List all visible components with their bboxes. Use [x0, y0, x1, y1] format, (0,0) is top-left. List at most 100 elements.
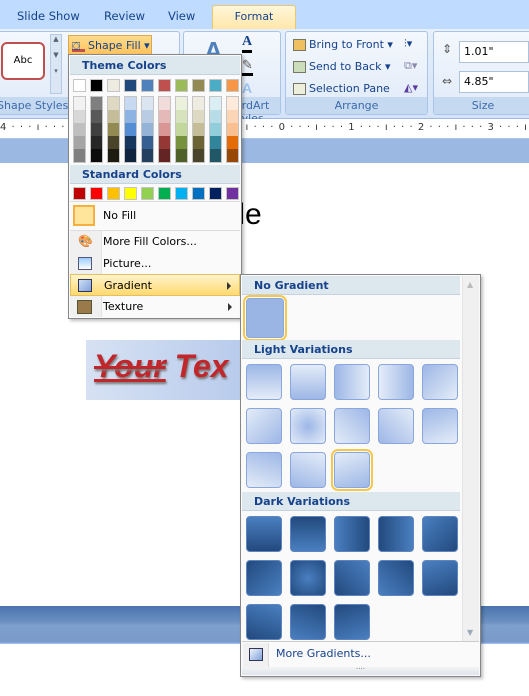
dark-gradient-swatch[interactable]	[290, 604, 326, 640]
dark-gradient-swatch[interactable]	[422, 560, 458, 596]
shade-swatch[interactable]	[74, 136, 85, 149]
standard-color-swatch[interactable]	[226, 187, 239, 200]
dark-gradient-swatch[interactable]	[334, 604, 370, 640]
light-gradient-swatch[interactable]	[334, 408, 370, 444]
light-gradient-swatch[interactable]	[331, 449, 373, 491]
picture-item[interactable]: Picture...	[70, 253, 240, 275]
standard-color-swatch[interactable]	[192, 187, 205, 200]
shade-swatch[interactable]	[91, 149, 102, 162]
light-gradient-swatch[interactable]	[290, 408, 326, 444]
text-fill-icon[interactable]: A	[242, 34, 253, 53]
shade-swatch[interactable]	[159, 97, 170, 110]
texture-item[interactable]: Texture	[70, 296, 240, 318]
shade-swatch[interactable]	[193, 97, 204, 110]
gradient-scrollbar[interactable]: ▲ ▼	[462, 276, 479, 641]
gradient-item[interactable]: Gradient	[70, 274, 240, 296]
standard-color-swatch[interactable]	[90, 187, 103, 200]
shade-swatch[interactable]	[74, 149, 85, 162]
scroll-down-icon[interactable]: ▼	[467, 628, 473, 637]
wordart-object[interactable]: Your Tex	[86, 340, 246, 400]
tab-view[interactable]: View	[168, 9, 195, 23]
more-gradients-item[interactable]: More Gradients...	[242, 643, 479, 667]
shade-swatch[interactable]	[125, 123, 136, 136]
shade-swatch[interactable]	[108, 123, 119, 136]
shade-swatch[interactable]	[108, 110, 119, 123]
rotate-icon[interactable]: ◭▾	[404, 81, 418, 94]
shade-swatch[interactable]	[74, 123, 85, 136]
shade-swatch[interactable]	[108, 149, 119, 162]
standard-color-swatch[interactable]	[124, 187, 137, 200]
dark-gradient-swatch[interactable]	[246, 560, 282, 596]
standard-color-swatch[interactable]	[158, 187, 171, 200]
shade-swatch[interactable]	[176, 149, 187, 162]
shade-swatch[interactable]	[91, 97, 102, 110]
group-icon[interactable]: ⧉▾	[404, 59, 417, 73]
dark-gradient-swatch[interactable]	[246, 516, 282, 552]
shade-swatch[interactable]	[159, 149, 170, 162]
standard-color-swatch[interactable]	[73, 187, 86, 200]
theme-color-swatch[interactable]	[175, 79, 188, 92]
more-fill-colors-item[interactable]: 🎨 More Fill Colors...	[70, 231, 240, 253]
theme-color-swatch[interactable]	[141, 79, 154, 92]
shade-swatch[interactable]	[193, 110, 204, 123]
send-to-back-button[interactable]: Send to Back ▾	[293, 60, 390, 73]
selection-pane-button[interactable]: Selection Pane	[293, 82, 390, 95]
shade-swatch[interactable]	[176, 136, 187, 149]
shade-swatch[interactable]	[108, 97, 119, 110]
shade-swatch[interactable]	[91, 110, 102, 123]
shade-swatch[interactable]	[227, 97, 238, 110]
shade-swatch[interactable]	[142, 149, 153, 162]
light-gradient-swatch[interactable]	[246, 452, 282, 488]
shade-swatch[interactable]	[125, 136, 136, 149]
shade-swatch[interactable]	[142, 123, 153, 136]
shade-swatch[interactable]	[210, 110, 221, 123]
shade-swatch[interactable]	[125, 110, 136, 123]
standard-color-swatch[interactable]	[175, 187, 188, 200]
shade-swatch[interactable]	[91, 136, 102, 149]
shade-swatch[interactable]	[125, 149, 136, 162]
shade-swatch[interactable]	[210, 123, 221, 136]
standard-color-swatch[interactable]	[141, 187, 154, 200]
shade-swatch[interactable]	[227, 110, 238, 123]
shade-swatch[interactable]	[176, 123, 187, 136]
light-gradient-swatch[interactable]	[246, 364, 282, 400]
shade-swatch[interactable]	[227, 136, 238, 149]
shade-swatch[interactable]	[142, 110, 153, 123]
light-gradient-swatch[interactable]	[334, 364, 370, 400]
shade-swatch[interactable]	[227, 123, 238, 136]
tab-slide-show[interactable]: Slide Show	[17, 9, 80, 23]
shade-swatch[interactable]	[227, 149, 238, 162]
dark-gradient-swatch[interactable]	[334, 560, 370, 596]
standard-color-swatch[interactable]	[209, 187, 222, 200]
shade-swatch[interactable]	[125, 97, 136, 110]
shade-swatch[interactable]	[159, 123, 170, 136]
shade-swatch[interactable]	[193, 136, 204, 149]
dark-gradient-swatch[interactable]	[378, 516, 414, 552]
standard-color-swatch[interactable]	[107, 187, 120, 200]
shade-swatch[interactable]	[159, 110, 170, 123]
shade-swatch[interactable]	[108, 136, 119, 149]
light-gradient-swatch[interactable]	[378, 408, 414, 444]
theme-color-swatch[interactable]	[73, 79, 86, 92]
theme-color-swatch[interactable]	[226, 79, 239, 92]
tab-format[interactable]: Format	[212, 5, 296, 30]
dark-gradient-swatch[interactable]	[334, 516, 370, 552]
light-gradient-swatch[interactable]	[378, 364, 414, 400]
align-icon[interactable]: ⫶▾	[404, 37, 412, 51]
shade-swatch[interactable]	[210, 97, 221, 110]
dark-gradient-swatch[interactable]	[290, 516, 326, 552]
light-gradient-swatch[interactable]	[290, 364, 326, 400]
width-input[interactable]: 4.85"	[459, 71, 529, 93]
scroll-up-icon[interactable]: ▲	[467, 280, 473, 289]
shade-swatch[interactable]	[210, 149, 221, 162]
gallery-scroll[interactable]: ▲ ▼ ▾	[50, 34, 62, 94]
shade-swatch[interactable]	[193, 123, 204, 136]
shape-fill-button[interactable]: ⛋ Shape Fill ▾	[68, 35, 152, 55]
shape-style-preview[interactable]: Abc	[1, 42, 45, 80]
shade-swatch[interactable]	[74, 110, 85, 123]
theme-color-swatch[interactable]	[107, 79, 120, 92]
shade-swatch[interactable]	[210, 136, 221, 149]
theme-color-swatch[interactable]	[209, 79, 222, 92]
text-effects-icon[interactable]: A	[242, 80, 252, 96]
shade-swatch[interactable]	[142, 97, 153, 110]
